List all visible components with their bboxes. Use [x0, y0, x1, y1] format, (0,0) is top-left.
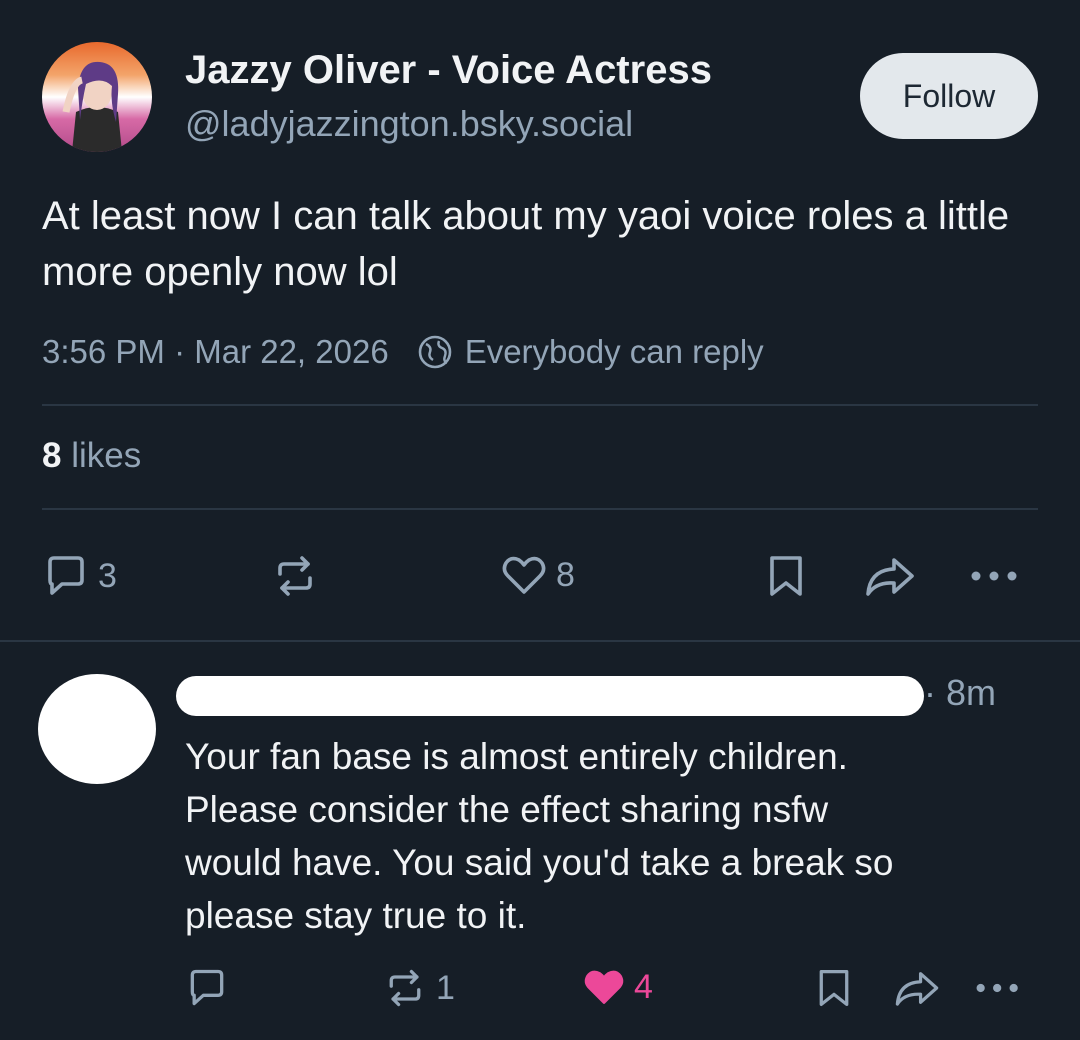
- divider: [42, 508, 1038, 510]
- repost-button[interactable]: [270, 552, 320, 600]
- speech-bubble-icon: [190, 969, 224, 1006]
- bookmark-icon: [770, 556, 802, 596]
- reply-text: Your fan base is almost entirely childre…: [185, 730, 1045, 942]
- reply-post: · 8m Your fan base is almost entirely ch…: [0, 642, 1080, 1040]
- more-dots-icon: [976, 983, 1018, 993]
- author-name[interactable]: Jazzy Oliver - Voice Actress: [185, 48, 712, 93]
- speech-bubble-icon: [48, 556, 84, 595]
- reply-count: 3: [98, 556, 117, 595]
- reply-setting[interactable]: Everybody can reply: [465, 333, 764, 371]
- share-button[interactable]: [862, 552, 918, 600]
- bookmark-icon: [819, 970, 849, 1006]
- reply-bookmark-button[interactable]: [814, 966, 854, 1010]
- repost-icon: [389, 969, 421, 1007]
- reply-like-button[interactable]: 4: [582, 966, 653, 1008]
- reply-share-button[interactable]: [892, 966, 942, 1010]
- bookmark-button[interactable]: [764, 552, 808, 600]
- reply-reply-button[interactable]: [185, 966, 229, 1010]
- heart-icon: [584, 970, 624, 1004]
- reply-text-line: Please consider the effect sharing nsfw: [185, 789, 829, 830]
- likes-count: 8: [42, 436, 62, 475]
- divider: [42, 404, 1038, 406]
- post-meta: 3:56 PM · Mar 22, 2026 Everybody can rep…: [42, 330, 764, 374]
- share-arrow-icon: [895, 972, 939, 1006]
- share-arrow-icon: [866, 558, 914, 596]
- reply-more-options-button[interactable]: [972, 966, 1026, 1010]
- reply-timestamp[interactable]: · 8m: [924, 672, 996, 714]
- like-button[interactable]: 8: [500, 552, 575, 598]
- globe-icon: [417, 334, 453, 370]
- likes-summary[interactable]: 8 likes: [42, 436, 141, 476]
- more-dots-icon: [971, 571, 1017, 581]
- reply-button[interactable]: 3: [42, 552, 117, 600]
- main-post: Jazzy Oliver - Voice Actress @ladyjazzin…: [0, 0, 1080, 640]
- follow-button[interactable]: Follow: [860, 53, 1038, 139]
- heart-icon: [502, 556, 546, 594]
- author-handle[interactable]: @ladyjazzington.bsky.social: [185, 103, 633, 145]
- repost-icon: [278, 556, 312, 596]
- reply-repost-button[interactable]: 1: [382, 966, 455, 1010]
- post-timestamp[interactable]: 3:56 PM · Mar 22, 2026: [42, 333, 389, 371]
- author-avatar[interactable]: [42, 42, 152, 152]
- reply-text-line: please stay true to it.: [185, 895, 527, 936]
- more-options-button[interactable]: [968, 552, 1024, 600]
- reply-text-line: Your fan base is almost entirely childre…: [185, 736, 848, 777]
- reply-author-avatar[interactable]: [38, 674, 156, 784]
- reply-repost-count: 1: [436, 968, 455, 1007]
- reply-author-redacted: [176, 676, 924, 716]
- post-text: At least now I can talk about my yaoi vo…: [42, 194, 1010, 294]
- reply-like-count: 4: [634, 967, 653, 1006]
- likes-label: likes: [71, 436, 142, 475]
- like-count: 8: [556, 555, 575, 594]
- reply-text-line: would have. You said you'd take a break …: [185, 842, 894, 883]
